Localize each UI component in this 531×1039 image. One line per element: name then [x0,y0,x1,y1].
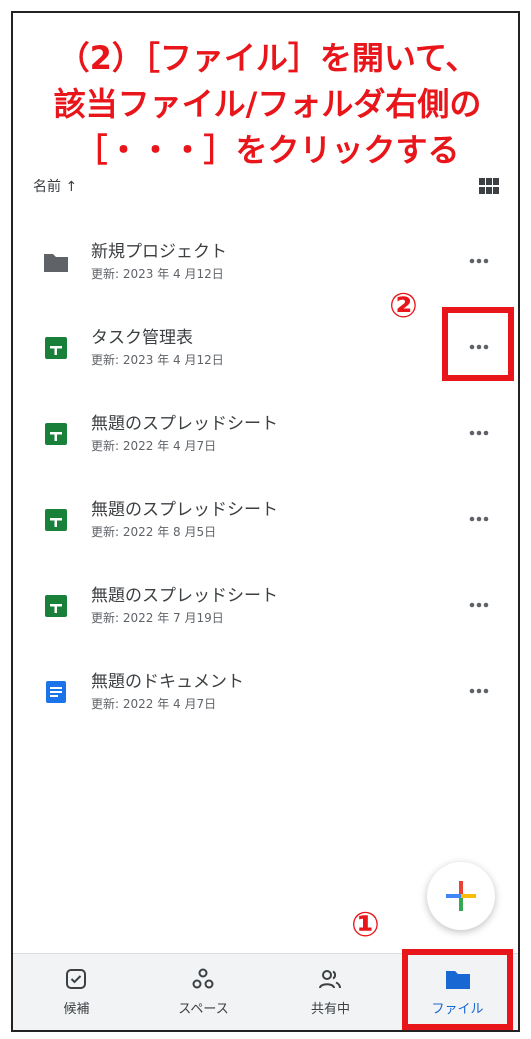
new-item-fab[interactable] [427,862,495,930]
sort-bar: 名前 ↑ [33,176,499,200]
nav-item-spaces[interactable]: スペース [140,954,267,1030]
instruction-line-2: 該当ファイル/フォルダ右側の [53,85,482,123]
file-name: 無題のスプレッドシート [91,586,278,606]
file-row[interactable]: 無題のスプレッドシート 更新: 2022 年 8 月5日 [13,471,518,557]
file-list: 新規プロジェクト 更新: 2023 年 4 月12日 タスク管理表 更新: 20… [13,213,518,729]
file-modified-date: 更新: 2022 年 8 月5日 [91,525,217,539]
file-modified-date: 更新: 2022 年 7 月19日 [91,611,224,625]
file-modified-date: 更新: 2022 年 4 月7日 [91,697,217,711]
step-1-marker: ① [351,905,380,945]
file-modified-date: 更新: 2023 年 4 月12日 [91,353,224,367]
docs-icon [43,679,69,705]
file-name: タスク管理表 [91,328,193,348]
nav-item-shared[interactable]: 共有中 [267,954,394,1030]
step-2-highlight-box [442,307,514,381]
nav-label: スペース [178,1002,229,1017]
file-row[interactable]: 無題のドキュメント 更新: 2022 年 4 月7日 [13,643,518,729]
folder-icon [43,249,69,275]
instruction-overlay: （2）［ファイル］を開いて、 該当ファイル/フォルダ右側の ［・・・］をクリック… [13,35,518,173]
check-square-icon [66,969,86,989]
instruction-line-3: ［・・・］をクリックする [75,131,460,169]
nav-item-suggested[interactable]: 候補 [13,954,140,1030]
nav-label: 候補 [63,1002,90,1017]
step-1-highlight-box [402,949,513,1030]
file-name: 無題のドキュメント [91,672,244,692]
file-name: 新規プロジェクト [91,242,227,262]
people-icon [319,970,341,989]
file-name: 無題のスプレッドシート [91,500,278,520]
sheets-icon [43,421,69,447]
nav-label: 共有中 [310,1002,350,1017]
more-options-button[interactable] [465,597,493,613]
plus-icon [446,881,476,911]
sheets-icon [43,335,69,361]
more-options-button[interactable] [465,253,493,269]
more-options-button[interactable] [465,511,493,527]
app-frame: （2）［ファイル］を開いて、 該当ファイル/フォルダ右側の ［・・・］をクリック… [11,11,520,1032]
step-2-marker: ② [389,286,418,326]
file-modified-date: 更新: 2023 年 4 月12日 [91,267,224,281]
file-row[interactable]: 新規プロジェクト 更新: 2023 年 4 月12日 [13,213,518,299]
sheets-icon [43,507,69,533]
file-row[interactable]: 無題のスプレッドシート 更新: 2022 年 7 月19日 [13,557,518,643]
sort-by-name-button[interactable]: 名前 ↑ [33,179,77,195]
spaces-icon [192,968,214,989]
file-modified-date: 更新: 2022 年 4 月7日 [91,439,217,453]
more-options-button[interactable] [465,683,493,699]
sheets-icon [43,593,69,619]
more-options-button[interactable] [465,425,493,441]
grid-view-icon[interactable] [479,178,499,194]
file-name: 無題のスプレッドシート [91,414,278,434]
file-row[interactable]: 無題のスプレッドシート 更新: 2022 年 4 月7日 [13,385,518,471]
instruction-line-1: （2）［ファイル］を開いて、 [57,39,478,77]
